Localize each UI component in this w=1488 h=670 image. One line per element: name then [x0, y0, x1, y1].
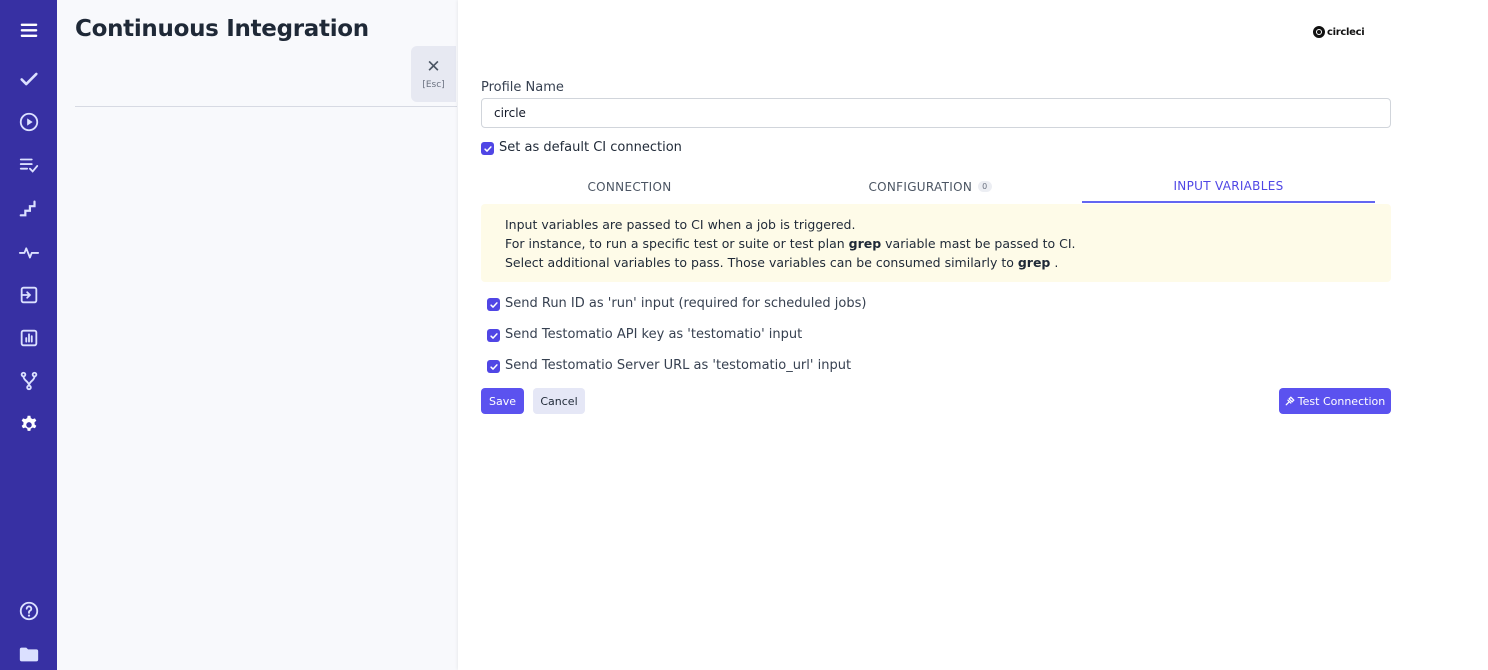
tab-configuration-label: CONFIGURATION [868, 179, 973, 194]
circleci-logo: circleci [1313, 26, 1365, 38]
gear-icon[interactable] [0, 409, 57, 439]
list-check-icon[interactable] [0, 150, 57, 180]
send-api-key-label: Send Testomatio API key as 'testomatio' … [505, 327, 803, 342]
ci-profile-panel: circleci Profile Name Set as default CI … [458, 0, 1488, 670]
circleci-logo-icon [1313, 26, 1325, 38]
profile-name-label: Profile Name [481, 80, 564, 95]
help-icon[interactable] [0, 596, 57, 626]
info-text: Input variables are passed to CI when a … [505, 217, 856, 232]
tab-configuration[interactable]: CONFIGURATION 0 [778, 170, 1082, 203]
cancel-button[interactable]: Cancel [533, 388, 585, 414]
plug-icon [1285, 396, 1295, 406]
close-icon: ✕ [426, 56, 441, 77]
info-line-2: For instance, to run a specific test or … [505, 234, 1367, 253]
info-text: . [1050, 255, 1059, 270]
chart-icon[interactable] [0, 323, 57, 353]
circleci-logo-text: circleci [1327, 26, 1365, 38]
check-icon[interactable] [0, 64, 57, 94]
import-icon[interactable] [0, 280, 57, 310]
send-run-id-label: Send Run ID as 'run' input (required for… [505, 296, 867, 311]
esc-hint: [Esc] [422, 79, 445, 90]
info-text: variable mast be passed to CI. [881, 236, 1076, 251]
info-bold: grep [848, 236, 882, 251]
tab-connection-label: CONNECTION [587, 179, 672, 194]
tab-configuration-badge: 0 [978, 181, 992, 192]
folder-icon[interactable] [0, 639, 57, 669]
info-line-3: Select additional variables to pass. Tho… [505, 253, 1367, 272]
page-title: Continuous Integration [75, 16, 369, 42]
tab-input-variables-label: INPUT VARIABLES [1173, 178, 1284, 193]
test-connection-label: Test Connection [1297, 394, 1386, 408]
test-connection-button[interactable]: Test Connection [1279, 388, 1391, 414]
info-box: Input variables are passed to CI when a … [481, 204, 1391, 282]
profile-name-input[interactable] [481, 98, 1391, 128]
play-circle-icon[interactable] [0, 107, 57, 137]
info-text: Select additional variables to pass. Tho… [505, 255, 1018, 270]
save-button[interactable]: Save [481, 388, 524, 414]
tab-connection[interactable]: CONNECTION [481, 170, 778, 203]
default-ci-label: Set as default CI connection [499, 140, 682, 155]
menu-icon[interactable] [0, 15, 57, 45]
steps-icon[interactable] [0, 193, 57, 223]
tab-input-variables[interactable]: INPUT VARIABLES [1082, 170, 1375, 203]
send-server-url-checkbox[interactable] [487, 360, 500, 373]
send-api-key-checkbox[interactable] [487, 329, 500, 342]
divider [75, 106, 457, 107]
info-bold: grep [1017, 255, 1051, 270]
send-server-url-label: Send Testomatio Server URL as 'testomati… [505, 358, 852, 373]
send-run-id-checkbox[interactable] [487, 298, 500, 311]
info-text: For instance, to run a specific test or … [505, 236, 849, 251]
branch-icon[interactable] [0, 366, 57, 396]
close-button[interactable]: ✕ [Esc] [411, 46, 456, 102]
default-ci-checkbox[interactable] [481, 142, 494, 155]
sidebar [0, 0, 57, 670]
info-line-1: Input variables are passed to CI when a … [505, 215, 1367, 234]
pulse-icon[interactable] [0, 237, 57, 267]
